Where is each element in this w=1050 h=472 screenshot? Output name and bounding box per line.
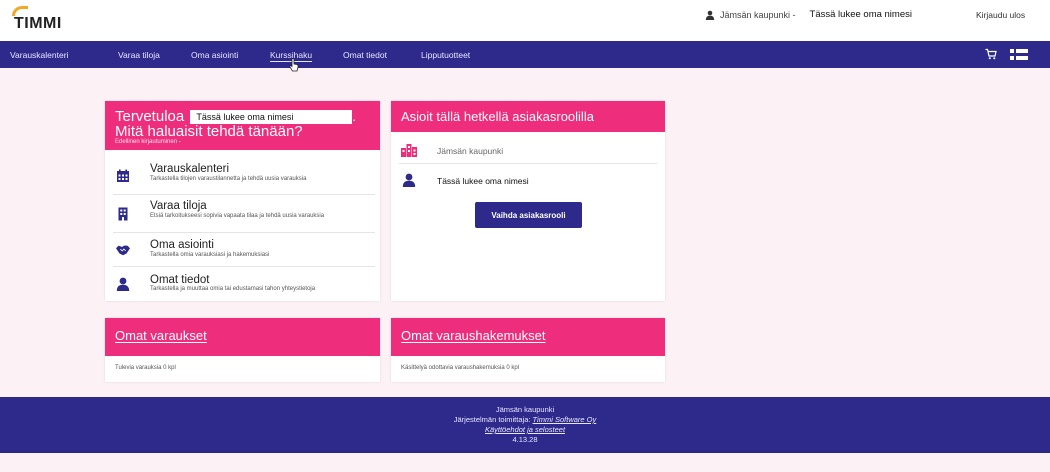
menu-item-desc: Tarkastella ja muuttaa omia tai edustama…: [150, 286, 316, 292]
applications-card: Omat varaushakemukset Käsittelyä odottav…: [391, 318, 665, 382]
top-bar: TIMMI Jämsän kaupunki - Tässä lukee oma …: [0, 0, 1050, 41]
footer-provider-prefix: Järjestelmän toimittaja:: [453, 415, 531, 424]
reservations-header: Omat varaukset: [105, 318, 380, 356]
menu-icon[interactable]: [1010, 49, 1028, 60]
timmi-logo[interactable]: TIMMI: [10, 6, 70, 36]
menu-item-desc: Etsiä tarkoitukseesi sopivia vapaata til…: [150, 213, 325, 219]
header-user-name[interactable]: Tässä lukee oma nimesi: [810, 9, 912, 20]
role-person-row: Tässä lukee oma nimesi: [399, 167, 657, 193]
footer-version: 4.13.28: [512, 435, 538, 444]
role-person: Tässä lukee oma nimesi: [437, 176, 529, 186]
menu-item-varaa-tiloja[interactable]: Varaa tiloja Etsiä tarkoitukseesi sopivi…: [113, 195, 375, 233]
nav-item-lipputuotteet[interactable]: Lipputuotteet: [421, 50, 470, 60]
welcome-user-name: Tässä lukee oma nimesi: [190, 110, 353, 125]
applications-header: Omat varaushakemukset: [391, 318, 665, 356]
role-title: Asioit tällä hetkellä asiakasroolilla: [401, 109, 594, 124]
menu-item-title: Varauskalenteri: [150, 163, 230, 175]
menu-item-title: Varaa tiloja: [150, 200, 207, 212]
role-header: Asioit tällä hetkellä asiakasroolilla: [391, 101, 665, 132]
footer-terms-link[interactable]: Käyttöehdot ja selosteet: [485, 425, 565, 434]
handshake-icon: [116, 245, 130, 256]
applications-count: Käsittelyä odottavia varaushakemuksia 0 …: [401, 365, 520, 371]
footer: Jämsän kaupunki Järjestelmän toimittaja:…: [0, 397, 1050, 453]
logo-text: TIMMI: [14, 15, 62, 32]
welcome-header: Tervetuloa Tässä lukee oma nimesi. Mitä …: [105, 101, 380, 150]
role-organization: Jämsän kaupunki: [437, 146, 504, 156]
calendar-icon: [117, 169, 129, 182]
header-organization[interactable]: Jämsän kaupunki -: [720, 10, 796, 20]
previous-login: Edellinen kirjautuminen -: [115, 139, 181, 145]
switch-role-button[interactable]: Vaihda asiakasrooli: [475, 202, 582, 228]
menu-item-title: Omat tiedot: [150, 274, 210, 286]
nav-item-omat-tiedot[interactable]: Omat tiedot: [343, 50, 387, 60]
welcome-question: Mitä haluaisit tehdä tänään?: [115, 123, 303, 140]
footer-provider-link[interactable]: Timmi Software Oy: [533, 415, 597, 424]
menu-item-varauskalenteri[interactable]: Varauskalenteri Tarkastella tilojen vara…: [113, 155, 375, 195]
reservations-card: Omat varaukset Tulevia varauksia 0 kpl: [105, 318, 380, 382]
person-icon: [116, 277, 130, 291]
menu-item-desc: Tarkastella tilojen varaustilannetta ja …: [150, 176, 307, 182]
hand-cursor-icon: [289, 58, 299, 72]
menu-item-desc: Tarkastella omia varauksiasi ja hakemuks…: [150, 252, 270, 258]
footer-provider-line: Järjestelmän toimittaja: Timmi Software …: [0, 415, 1050, 424]
role-card: Asioit tällä hetkellä asiakasroolilla Jä…: [391, 101, 665, 301]
role-organization-row: Jämsän kaupunki: [399, 137, 657, 164]
nav-item-varaa-tiloja[interactable]: Varaa tiloja: [118, 50, 160, 60]
applications-link[interactable]: Omat varaushakemukset: [401, 328, 546, 343]
welcome-card: Tervetuloa Tässä lukee oma nimesi. Mitä …: [105, 101, 380, 301]
nav-item-varauskalenteri[interactable]: Varauskalenteri: [10, 50, 68, 60]
user-area: Jämsän kaupunki - Tässä lukee oma nimesi: [705, 9, 912, 20]
main-nav: Varauskalenteri Varaa tiloja Oma asioint…: [0, 41, 1050, 68]
city-icon: [401, 144, 417, 157]
reservations-link[interactable]: Omat varaukset: [115, 328, 207, 343]
logout-link[interactable]: Kirjaudu ulos: [976, 10, 1025, 20]
person-icon: [705, 10, 715, 20]
footer-organization: Jämsän kaupunki: [495, 405, 555, 414]
person-icon: [402, 173, 416, 187]
menu-item-title: Oma asiointi: [150, 239, 214, 251]
reservations-count: Tulevia varauksia 0 kpl: [115, 365, 176, 371]
menu-item-omat-tiedot[interactable]: Omat tiedot Tarkastella ja muuttaa omia …: [113, 267, 375, 299]
building-icon: [118, 207, 128, 221]
nav-item-oma-asiointi[interactable]: Oma asiointi: [191, 50, 238, 60]
menu-item-oma-asiointi[interactable]: Oma asiointi Tarkastella omia varauksias…: [113, 233, 375, 267]
footer-terms-line: Käyttöehdot ja selosteet: [0, 425, 1050, 434]
cart-icon[interactable]: [985, 48, 997, 60]
